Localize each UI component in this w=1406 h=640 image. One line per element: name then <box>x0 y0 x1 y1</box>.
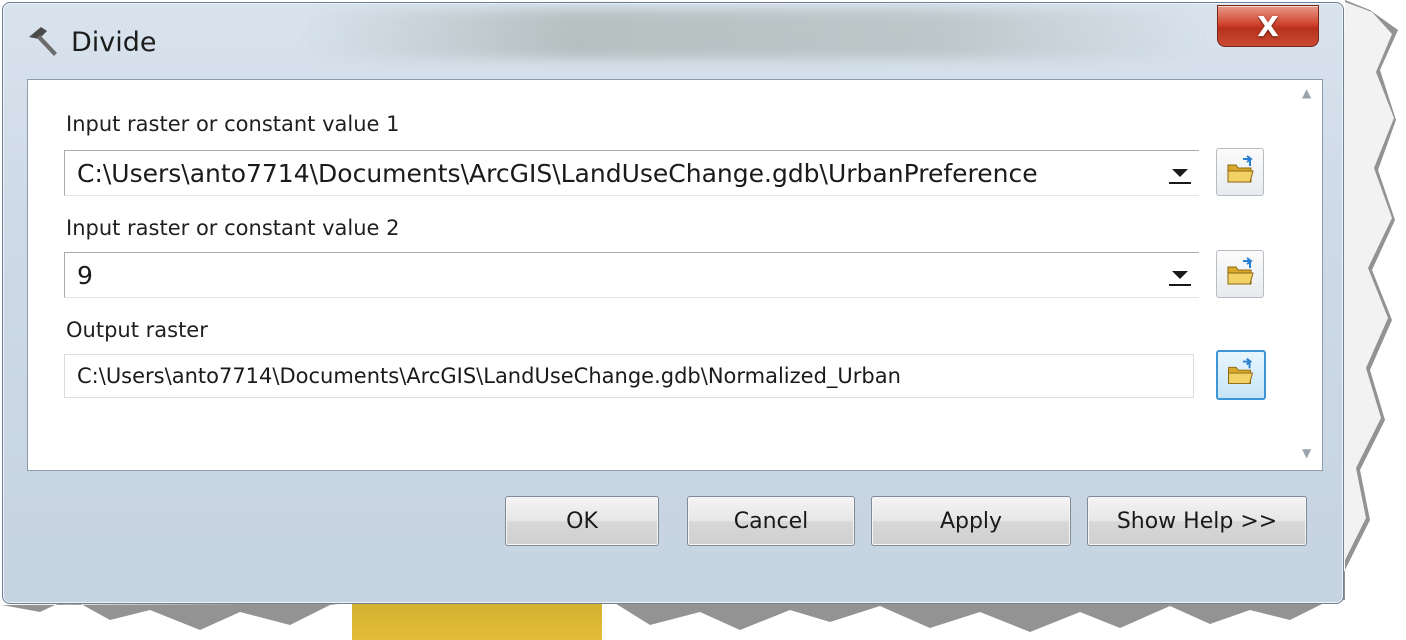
hammer-icon <box>29 27 57 56</box>
input1-value[interactable]: C:\Users\anto7714\Documents\ArcGIS\LandU… <box>77 159 1038 188</box>
window-title: Divide <box>71 27 157 58</box>
open-folder-icon <box>1227 155 1254 183</box>
show-help-button[interactable]: Show Help >> <box>1087 496 1307 546</box>
input2-browse-button[interactable] <box>1216 250 1264 298</box>
output-raster-field[interactable]: C:\Users\anto7714\Documents\ArcGIS\LandU… <box>64 354 1194 398</box>
close-icon: X <box>1257 9 1279 43</box>
scroll-up-icon[interactable]: ▲ <box>1302 86 1311 100</box>
input1-browse-button[interactable] <box>1216 148 1264 196</box>
divide-dialog: Divide X ▲ ▼ Input raster or constant va… <box>2 2 1344 604</box>
output-value[interactable]: C:\Users\anto7714\Documents\ArcGIS\LandU… <box>77 364 901 388</box>
apply-button[interactable]: Apply <box>871 496 1071 546</box>
titlebar-background <box>303 9 1203 59</box>
input2-combobox[interactable]: 9 <box>64 252 1199 298</box>
output-label: Output raster <box>66 318 208 342</box>
ok-button[interactable]: OK <box>505 496 659 546</box>
dropdown-arrow-icon[interactable] <box>1165 265 1195 289</box>
parameters-panel[interactable]: ▲ ▼ Input raster or constant value 1 C:\… <box>27 79 1323 471</box>
close-button[interactable]: X <box>1217 5 1319 47</box>
input1-label: Input raster or constant value 1 <box>66 112 400 136</box>
input2-value[interactable]: 9 <box>77 261 93 290</box>
open-folder-icon <box>1227 257 1254 285</box>
scroll-down-icon[interactable]: ▼ <box>1302 446 1311 460</box>
open-folder-icon <box>1228 357 1254 385</box>
dropdown-arrow-icon[interactable] <box>1165 163 1195 187</box>
input1-combobox[interactable]: C:\Users\anto7714\Documents\ArcGIS\LandU… <box>64 150 1199 196</box>
output-browse-button[interactable] <box>1216 350 1266 400</box>
cancel-button[interactable]: Cancel <box>687 496 855 546</box>
input2-label: Input raster or constant value 2 <box>66 216 400 240</box>
